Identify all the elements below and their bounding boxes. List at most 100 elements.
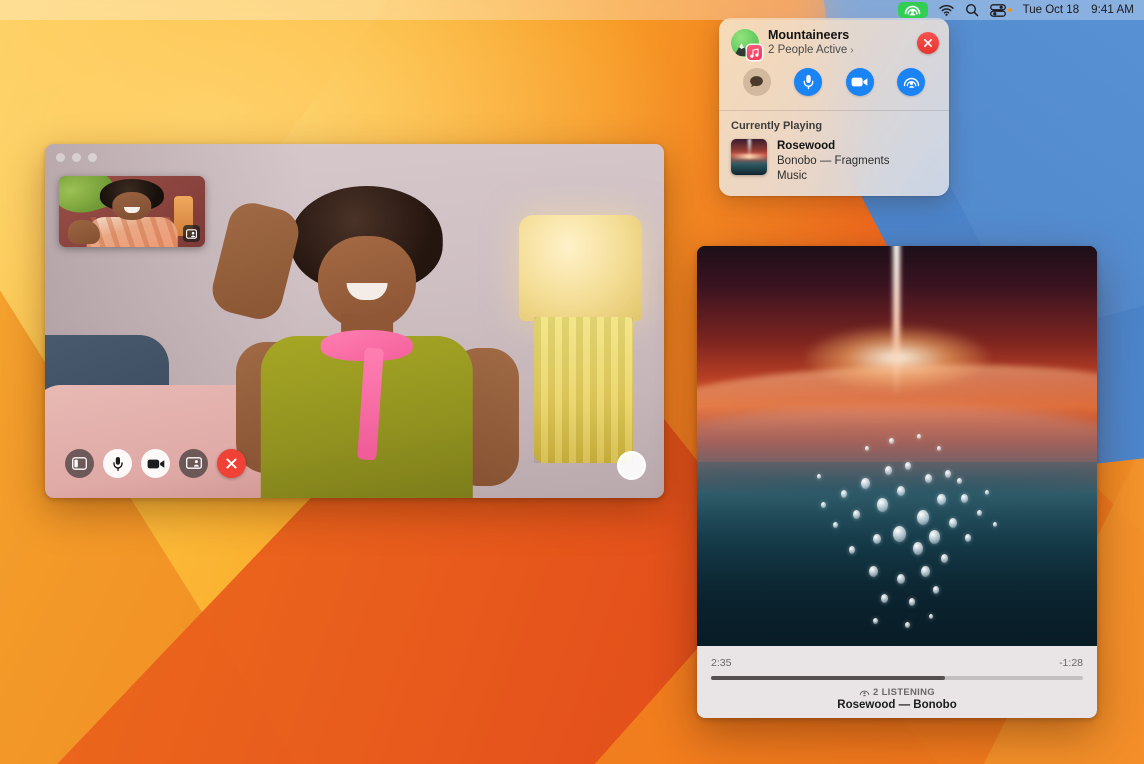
window-traffic-lights[interactable] [56,153,97,162]
video-lamp-base [534,317,633,462]
shareplay-header: Mountaineers 2 People Active › [719,18,949,64]
bubble [917,434,921,439]
track-metadata: Rosewood Bonobo — Fragments Music [777,139,890,184]
bubble [933,586,939,594]
music-video-art [697,246,1097,646]
person-in-frame-icon[interactable] [183,225,200,242]
source-app-label: Music [777,169,890,184]
bubble [873,618,878,624]
now-playing-section: Currently Playing Rosewood Bonobo — Frag… [719,111,949,196]
bubble [909,598,915,606]
control-center-icon[interactable] [990,0,1012,20]
pip-participant-face [112,192,151,220]
bubble [977,510,982,516]
shareplay-notification-panel[interactable]: Mountaineers 2 People Active › [719,18,949,196]
shareplay-controls [719,64,949,110]
zoom-window-button[interactable] [88,153,97,162]
bubble [885,466,892,475]
share-screen-button[interactable] [179,449,208,478]
album-artwork [731,139,767,175]
video-bubbles [697,246,1097,646]
bubble [905,462,911,470]
shareplay-icon [903,75,920,89]
pip-participant-hand [68,220,100,244]
bubble [921,566,930,577]
shareplay-subtitle-row[interactable]: 2 People Active › [768,43,908,58]
close-x-icon [923,38,933,48]
bubble [961,494,968,503]
bubble [929,530,940,544]
track-title: Rosewood [777,139,890,154]
minimize-window-button[interactable] [72,153,81,162]
playback-times: 2:35 -1:28 [711,657,1083,669]
end-call-button[interactable] [217,449,246,478]
facetime-window[interactable] [45,144,664,498]
bubble [821,502,826,508]
bubble [945,470,951,478]
pip-participant-shirt [87,217,178,247]
bubble [949,518,957,528]
bubble [833,522,838,528]
bubble [965,534,971,542]
bubble [941,554,948,563]
menubar-date[interactable]: Tue Oct 18 [1023,0,1079,20]
remaining-time: -1:28 [1059,657,1083,669]
microphone-icon [112,456,124,472]
bubble [889,438,894,444]
facetime-controls-bar [65,449,246,478]
track-artist-album: Bonobo — Fragments [777,154,890,169]
record-circle-icon[interactable] [617,451,646,480]
bubble [937,446,941,451]
picture-in-picture-self-view[interactable] [59,176,205,247]
search-icon[interactable] [965,0,979,20]
bubble [913,542,923,555]
message-bubble-icon [749,75,764,89]
close-x-icon [225,457,238,470]
shareplay-icon[interactable] [898,2,928,18]
music-player-footer: 2:35 -1:28 2 LISTENING Rosewood — Bonobo [697,646,1097,718]
music-shareplay-window[interactable]: 2:35 -1:28 2 LISTENING Rosewood — Bonobo [697,246,1097,718]
bubble [905,622,910,628]
bubble [817,474,821,479]
bubble [849,546,855,554]
shareplay-button[interactable] [897,68,925,96]
artwork-horizon [731,154,767,159]
avatar [731,29,759,57]
bubble [861,478,870,489]
bubble [877,498,888,512]
wifi-icon[interactable] [939,0,954,20]
messages-button[interactable] [743,68,771,96]
bubble [985,490,989,495]
notification-dot [1008,8,1012,12]
now-playing-row[interactable]: Rosewood Bonobo — Fragments Music [731,139,937,184]
playback-progress-bar[interactable] [711,676,1083,680]
bubble [893,526,906,542]
bubble [925,474,932,483]
menubar-clock[interactable]: 9:41 AM [1091,0,1134,20]
bubble [897,574,905,584]
bubble [865,446,869,451]
video-participant [231,186,503,498]
menu-bar: Tue Oct 18 9:41 AM [0,0,1144,20]
microphone-icon [802,74,815,90]
microphone-button[interactable] [103,449,132,478]
playback-progress-fill [711,676,945,680]
sidebar-icon [72,457,87,470]
video-button[interactable] [846,68,874,96]
bubble [957,478,962,484]
screen-share-icon [186,457,202,470]
shareplay-title: Mountaineers [768,28,908,43]
video-button[interactable] [141,449,170,478]
bubble [917,510,929,525]
listening-label: 2 LISTENING [873,687,935,698]
close-window-button[interactable] [56,153,65,162]
bubble [929,614,933,619]
sidebar-toggle-button[interactable] [65,449,94,478]
bubble [897,486,905,496]
microphone-button[interactable] [794,68,822,96]
music-app-badge-icon [747,45,762,60]
video-camera-icon [851,76,868,88]
video-camera-icon [147,458,165,470]
close-button[interactable] [917,32,939,54]
bubble [873,534,881,544]
